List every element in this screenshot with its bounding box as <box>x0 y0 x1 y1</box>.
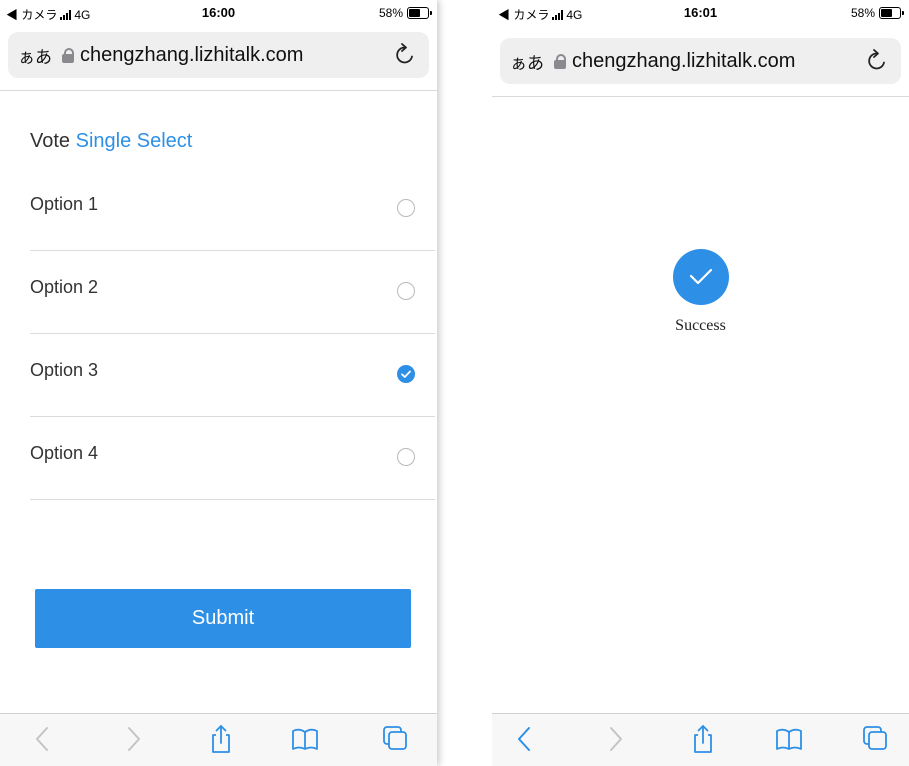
success-screen: ◀ カメラ 4G 16:01 58% ぁあ chengzhang.lizhita… <box>492 0 909 766</box>
battery-percent: 58% <box>378 6 403 20</box>
battery-icon <box>879 7 904 19</box>
option-label: Option 2 <box>30 277 99 297</box>
checkmark-icon <box>689 268 712 285</box>
radio-unselected[interactable] <box>397 282 415 300</box>
bookmarks-icon[interactable] <box>774 724 804 754</box>
back-arrow-icon[interactable] <box>28 724 58 754</box>
status-time: 16:00 <box>201 5 236 20</box>
share-icon[interactable] <box>688 724 718 754</box>
battery-percent: 58% <box>850 6 875 20</box>
status-time: 16:01 <box>683 5 718 20</box>
forward-arrow-icon[interactable] <box>600 724 630 754</box>
option-row-3[interactable]: Option 3 <box>30 333 435 417</box>
status-bar: ◀ カメラ 4G 16:00 58% <box>0 0 437 26</box>
address-bar[interactable]: ぁあ chengzhang.lizhitalk.com <box>500 38 901 84</box>
status-battery: 58% <box>378 6 432 20</box>
success-text: Success <box>675 317 726 334</box>
tabs-icon[interactable] <box>380 724 410 754</box>
url-text: chengzhang.lizhitalk.com <box>80 43 304 66</box>
tabs-icon[interactable] <box>860 724 890 754</box>
status-battery: 58% <box>850 6 904 20</box>
forward-arrow-icon[interactable] <box>118 724 148 754</box>
lock-icon <box>554 53 566 69</box>
option-row-1[interactable]: Option 1 <box>30 167 435 251</box>
lock-icon <box>62 47 74 63</box>
submit-button[interactable]: Submit <box>35 589 411 648</box>
back-arrow-icon[interactable] <box>510 724 540 754</box>
url-display[interactable]: chengzhang.lizhitalk.com <box>554 50 795 73</box>
radio-unselected[interactable] <box>397 199 415 217</box>
option-row-4[interactable]: Option 4 <box>30 416 435 500</box>
url-text: chengzhang.lizhitalk.com <box>572 49 796 72</box>
success-message: Success <box>492 249 909 335</box>
radio-selected[interactable] <box>397 365 415 383</box>
vote-type-label: Single Select <box>75 130 193 152</box>
success-badge <box>672 249 729 305</box>
status-bar: ◀ カメラ 4G 16:01 58% <box>492 0 909 26</box>
text-size-button[interactable]: ぁあ <box>18 43 52 68</box>
browser-toolbar <box>0 713 437 766</box>
check-icon <box>401 370 411 378</box>
option-label: Option 4 <box>30 443 99 463</box>
share-icon[interactable] <box>206 724 236 754</box>
vote-screen: ◀ カメラ 4G 16:00 58% ぁあ chengzhang.lizhita… <box>0 0 437 766</box>
vote-title: Vote Single Select <box>30 130 192 153</box>
browser-toolbar <box>492 713 909 766</box>
option-label: Option 1 <box>30 194 99 214</box>
option-label: Option 3 <box>30 360 99 380</box>
radio-unselected[interactable] <box>397 448 415 466</box>
vote-title-prefix: Vote <box>30 130 71 152</box>
bookmarks-icon[interactable] <box>290 724 320 754</box>
reload-icon[interactable] <box>391 41 419 69</box>
text-size-button[interactable]: ぁあ <box>510 49 544 74</box>
header-divider <box>492 96 909 97</box>
battery-icon <box>407 7 432 19</box>
address-bar[interactable]: ぁあ chengzhang.lizhitalk.com <box>8 32 429 78</box>
header-divider <box>0 90 437 91</box>
option-row-2[interactable]: Option 2 <box>30 250 435 334</box>
reload-icon[interactable] <box>863 47 891 75</box>
url-display[interactable]: chengzhang.lizhitalk.com <box>62 44 303 67</box>
